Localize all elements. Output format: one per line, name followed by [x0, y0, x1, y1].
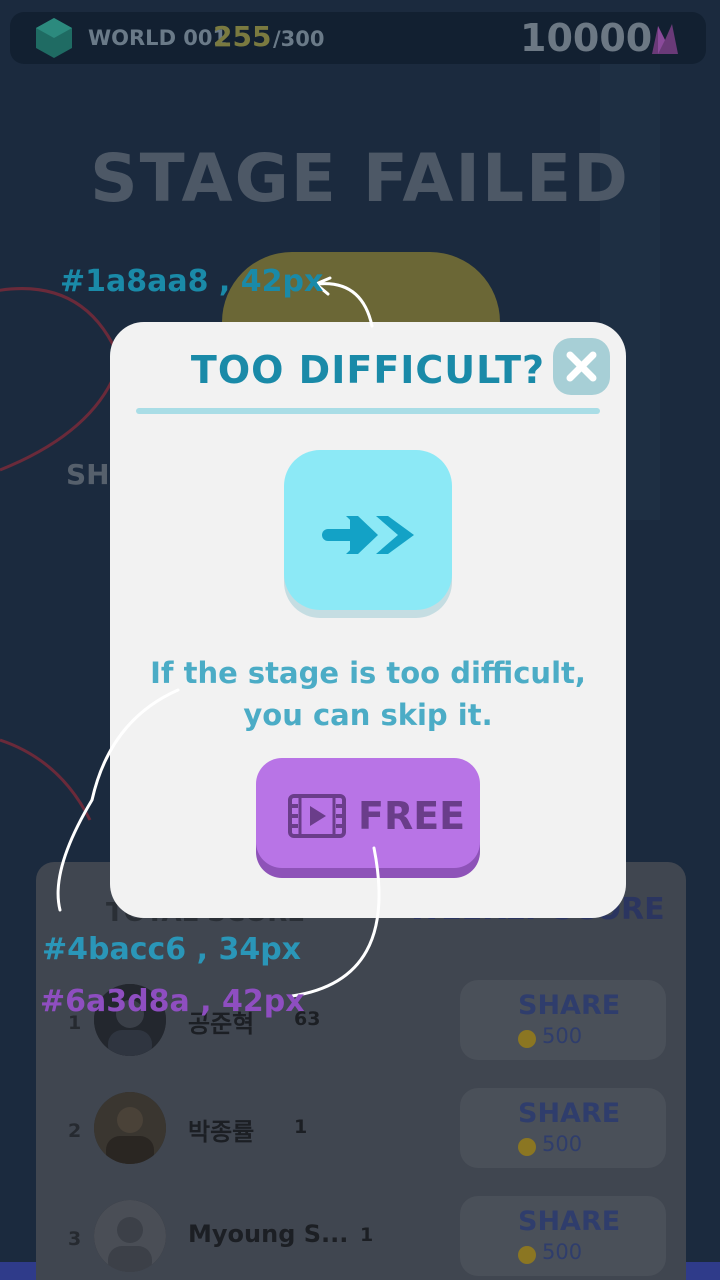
purple-crystal-icon[interactable] — [646, 20, 684, 58]
title-divider — [136, 408, 600, 414]
dialog-message: If the stage is too difficult, you can s… — [140, 652, 596, 736]
player-score: 1 — [360, 1224, 374, 1246]
avatar — [94, 1092, 166, 1164]
green-gem-icon — [36, 18, 72, 58]
close-icon — [566, 351, 597, 382]
skip-icon-tile — [284, 450, 452, 610]
leaderboard-row: 2 박종률 1 SHARE 500 — [36, 1082, 686, 1172]
dialog-title: TOO DIFFICULT? — [190, 348, 546, 392]
stage-progress-current: 255 — [213, 20, 272, 53]
reward-amount: 500 — [542, 1132, 583, 1156]
rank-number: 2 — [68, 1120, 82, 1142]
too-difficult-dialog: TOO DIFFICULT? If the stage is too diffi… — [110, 322, 626, 918]
leaderboard-row: 3 Myoung S... 1 SHARE 500 — [36, 1190, 686, 1280]
free-skip-button[interactable]: FREE — [256, 758, 480, 868]
annotation-button-spec: #6a3d8a , 42px — [40, 984, 305, 1019]
player-score: 1 — [294, 1116, 308, 1138]
coin-icon — [518, 1030, 536, 1048]
stage-progress-total: /300 — [273, 27, 325, 51]
share-button[interactable]: SHARE 500 — [460, 1196, 666, 1276]
share-button[interactable]: SHARE 500 — [460, 980, 666, 1060]
coin-icon — [518, 1138, 536, 1156]
stage-failed-title: STAGE FAILED — [90, 140, 630, 217]
message-line-2: you can skip it. — [243, 698, 493, 732]
world-label: WORLD 001 — [88, 26, 228, 50]
coin-icon — [518, 1246, 536, 1264]
share-button-label: SHARE — [518, 1206, 621, 1237]
close-button[interactable] — [553, 338, 610, 395]
annotation-title-spec: #1a8aa8 , 42px — [60, 264, 324, 299]
share-button[interactable]: SHARE 500 — [460, 1088, 666, 1168]
video-film-icon — [288, 794, 346, 838]
share-button-label: SHARE — [518, 1098, 621, 1129]
rank-number: 3 — [68, 1228, 82, 1250]
reward-amount: 500 — [542, 1024, 583, 1048]
annotation-message-spec: #4bacc6 , 34px — [42, 932, 302, 967]
free-button-label: FREE — [358, 794, 466, 838]
player-name: 박종률 — [188, 1118, 255, 1146]
avatar — [94, 1200, 166, 1272]
share-button-label: SHARE — [518, 990, 621, 1021]
fast-forward-arrows-icon — [322, 516, 414, 554]
reward-amount: 500 — [542, 1240, 583, 1264]
message-line-1: If the stage is too difficult, — [150, 656, 586, 690]
player-name: Myoung S... — [188, 1220, 349, 1248]
coin-count: 10000 — [520, 16, 653, 60]
leaderboard-panel: TOTAL SCORE WEEKLY SCORE 1 공준혁 63 SHARE … — [36, 862, 686, 1280]
